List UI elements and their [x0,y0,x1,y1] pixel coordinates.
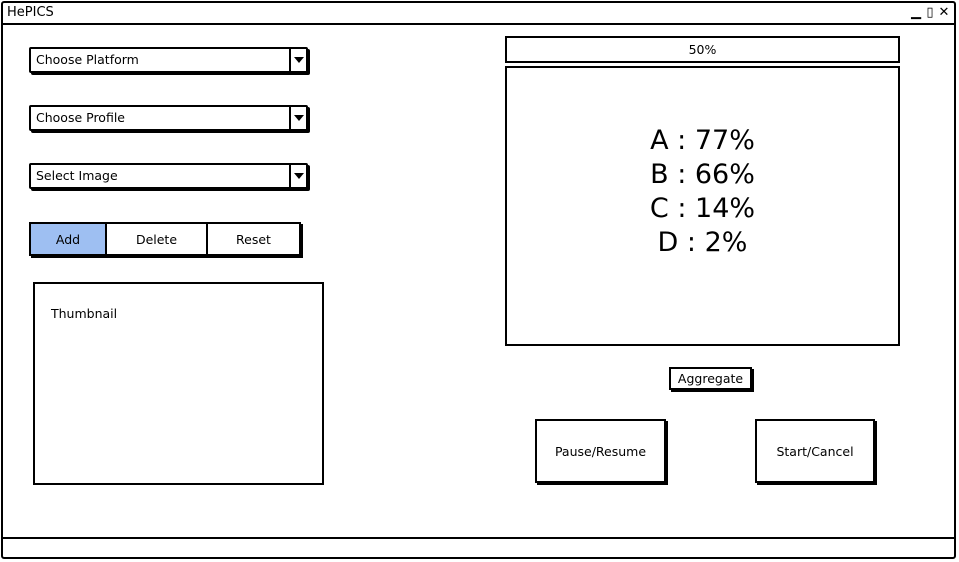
results-panel: A : 77% B : 66% C : 14% D : 2% [505,66,900,346]
pause-resume-button-label: Pause/Resume [554,443,647,459]
pause-resume-button[interactable]: Pause/Resume [535,419,666,483]
chevron-down-icon[interactable] [289,107,306,129]
delete-button[interactable]: Delete [107,224,208,254]
image-dropdown[interactable]: Select Image [29,163,308,189]
minimize-icon[interactable]: ▁ [910,5,922,20]
result-line-a: A : 77% [650,125,755,156]
progress-bar: 50% [505,36,900,63]
start-cancel-button-label: Start/Cancel [776,443,854,459]
result-line-c: C : 14% [649,193,756,224]
platform-dropdown-label: Choose Platform [36,52,139,67]
image-action-buttons: Add Delete Reset [29,222,301,256]
add-button[interactable]: Add [31,224,107,254]
window-controls: ▁ ▯ ✕ [910,5,950,20]
thumbnail-panel: Thumbnail [33,282,324,485]
results-list: A : 77% B : 66% C : 14% D : 2% [507,124,898,260]
result-line-d: D : 2% [657,227,748,258]
progress-label: 50% [688,42,717,57]
start-cancel-button[interactable]: Start/Cancel [755,419,875,483]
aggregate-button[interactable]: Aggregate [669,367,752,390]
chevron-down-icon[interactable] [289,49,306,71]
maximize-icon[interactable]: ▯ [924,5,936,20]
image-dropdown-label: Select Image [36,168,118,183]
aggregate-button-label: Aggregate [677,371,744,386]
close-icon[interactable]: ✕ [938,5,950,20]
thumbnail-label: Thumbnail [51,306,118,321]
title-bar: HePICS ▁ ▯ ✕ [3,3,954,25]
window-title: HePICS [7,5,54,20]
profile-dropdown[interactable]: Choose Profile [29,105,308,131]
chevron-down-icon[interactable] [289,165,306,187]
result-line-b: B : 66% [650,159,755,190]
profile-dropdown-label: Choose Profile [36,110,125,125]
reset-button[interactable]: Reset [208,224,299,254]
status-bar [3,537,954,557]
platform-dropdown[interactable]: Choose Platform [29,47,308,73]
